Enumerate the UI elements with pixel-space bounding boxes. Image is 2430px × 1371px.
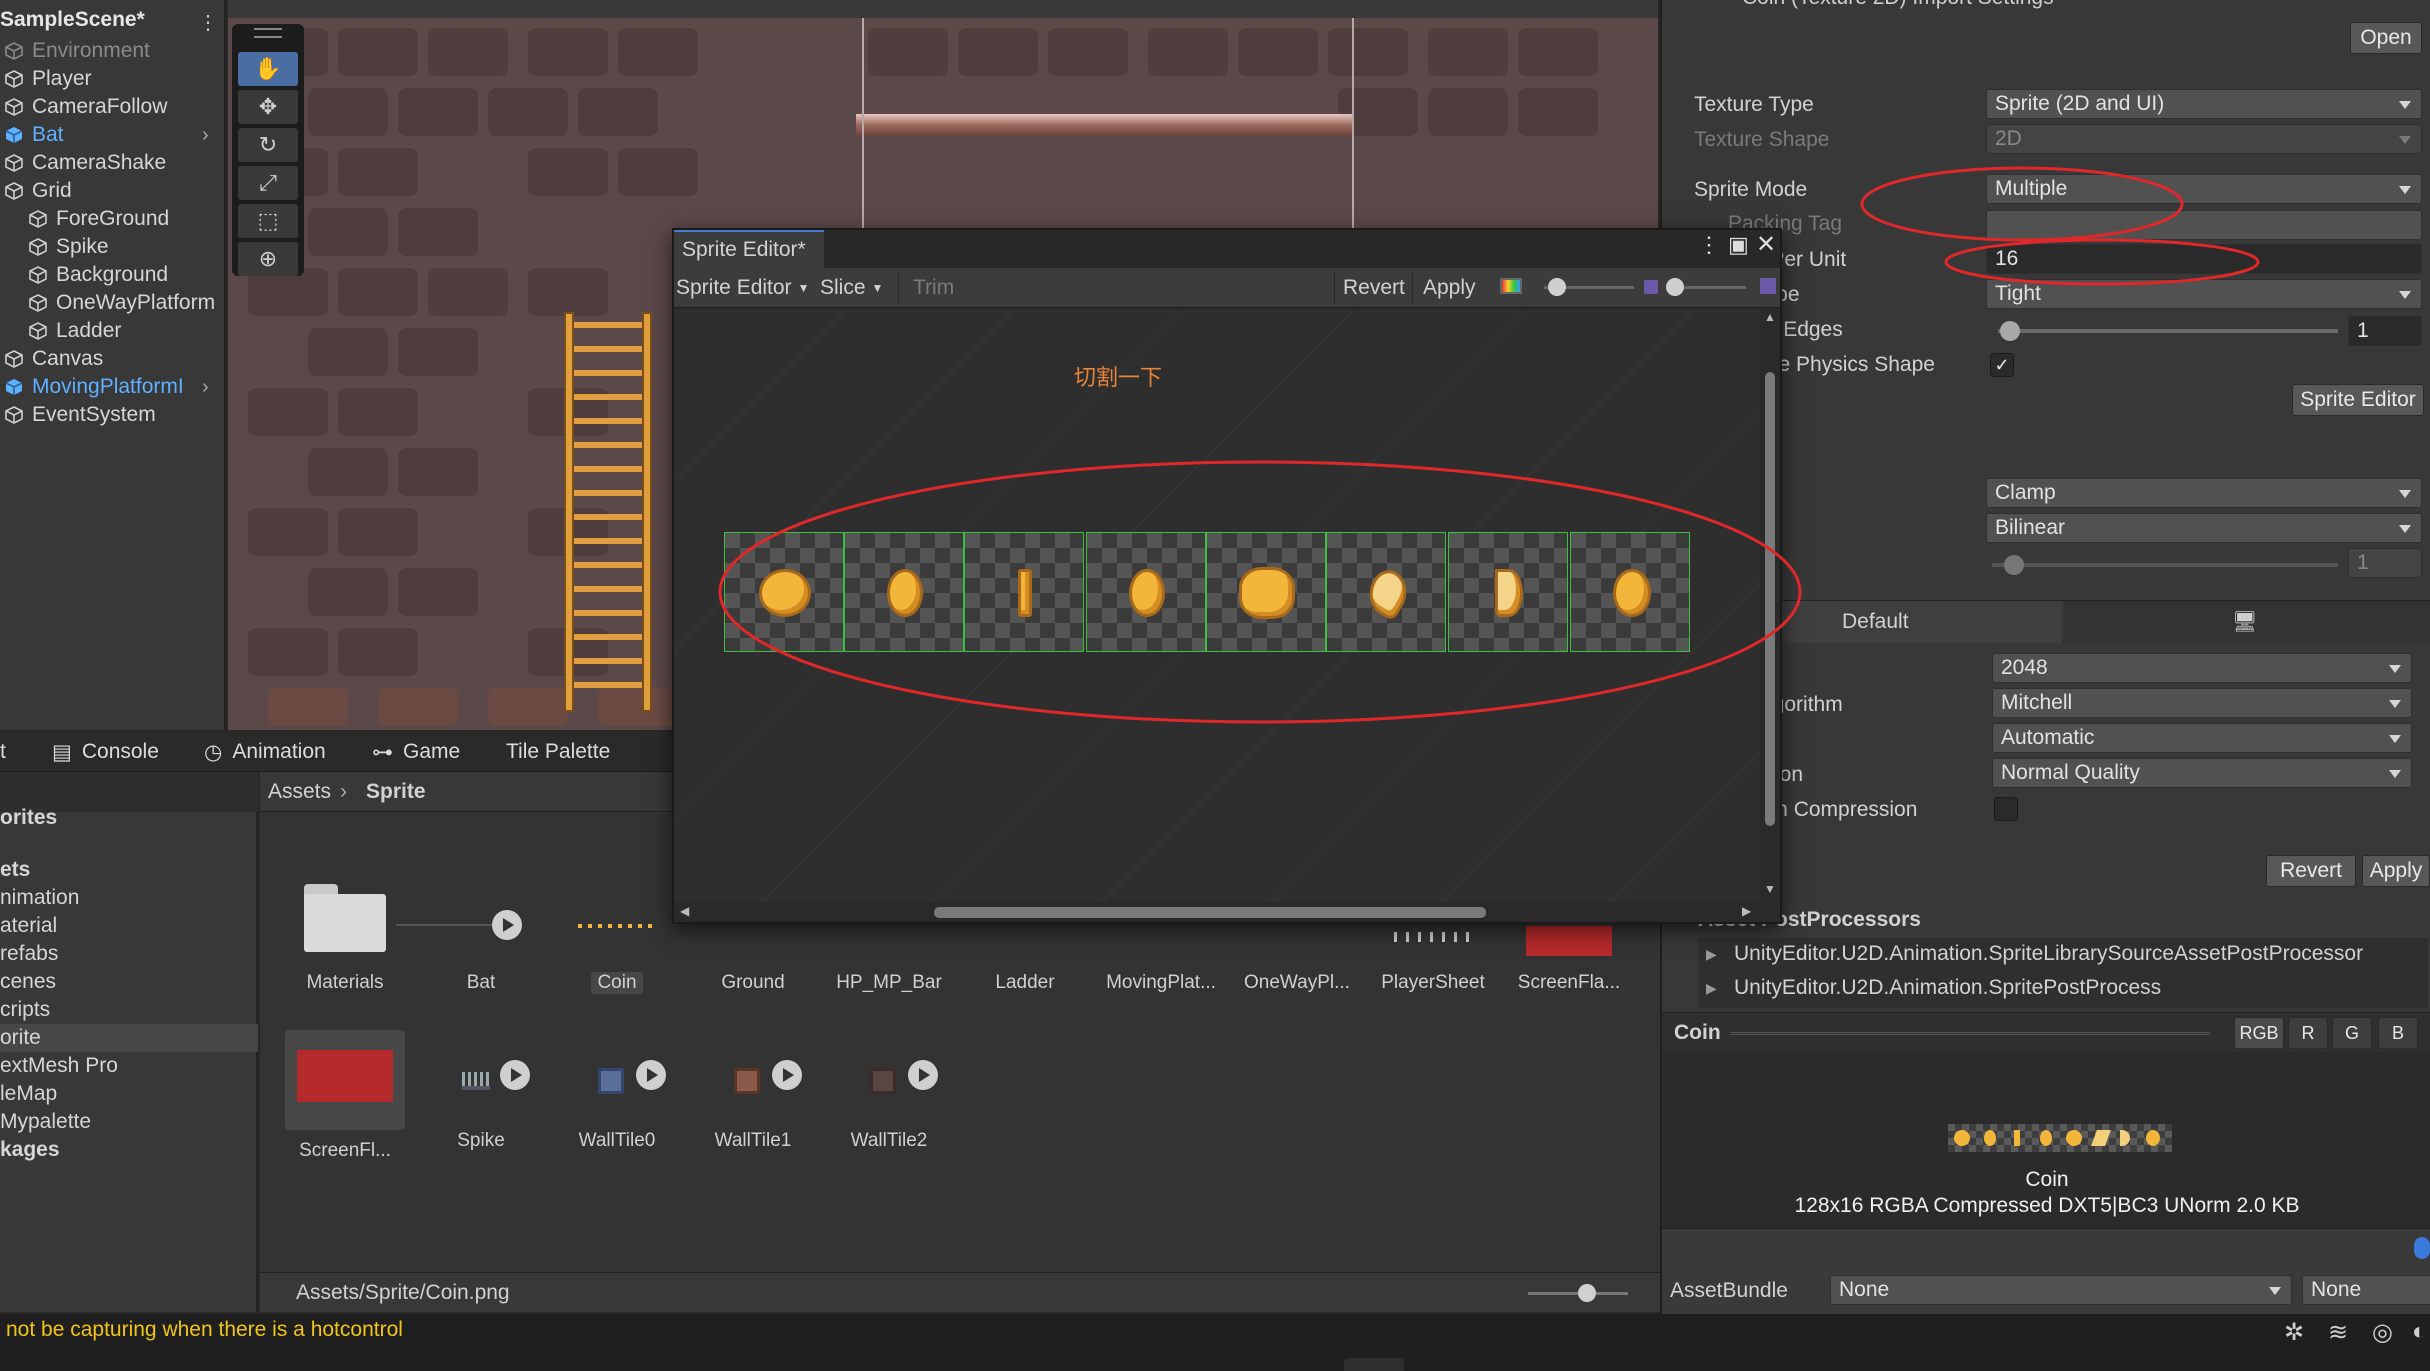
annotation-ellipse-slices	[718, 460, 1802, 724]
annotation-overlay	[718, 166, 2260, 724]
annotation-ellipse-sprite-mode	[1860, 166, 2184, 242]
status-message[interactable]: not be capturing when there is a hotcont…	[6, 1318, 403, 1342]
status-bar: not be capturing when there is a hotcont…	[0, 1314, 2430, 1371]
resize-handle[interactable]	[1344, 1358, 1404, 1371]
bug-icon[interactable]: ✲	[2284, 1318, 2304, 1347]
progress-icon[interactable]: ◐	[2412, 1318, 2427, 1346]
network-icon[interactable]: ◎	[2372, 1318, 2393, 1347]
stack-icon[interactable]: ≋	[2328, 1318, 2348, 1347]
annotation-ellipse-ppu	[1944, 238, 2260, 286]
